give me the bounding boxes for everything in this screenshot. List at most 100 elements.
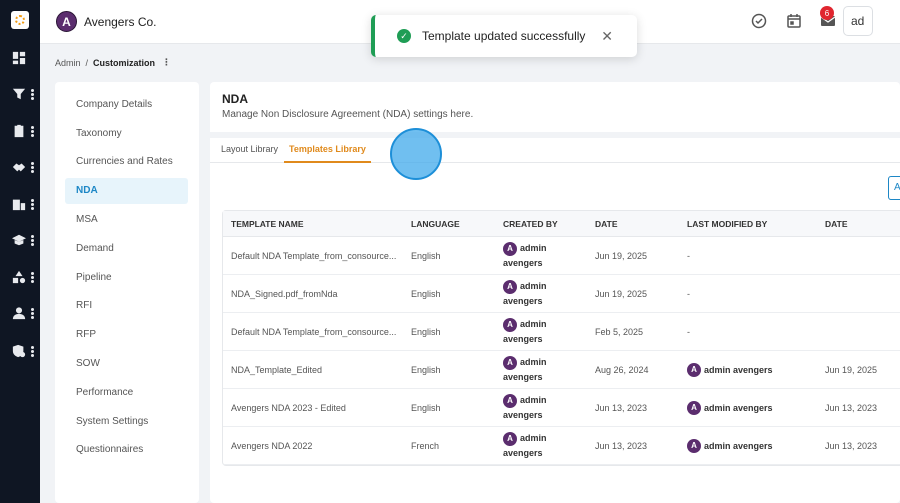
rail-menu-dots[interactable] [31, 346, 34, 357]
menu-item-questionnaires[interactable]: Questionnaires [65, 437, 188, 463]
cell-date: Aug 26, 2024 [595, 365, 649, 375]
cell-created-by: Aadmin avengers [503, 241, 547, 268]
col-date[interactable]: DATE [595, 211, 618, 237]
menu-item-rfp[interactable]: RFP [65, 322, 188, 348]
notification-badge: 6 [820, 6, 834, 20]
cell-created-by: Aadmin avengers [503, 279, 547, 306]
cell-template-name[interactable]: Avengers NDA 2023 - Edited [231, 389, 346, 427]
cell-template-name[interactable]: Default NDA Template_from_consource... [231, 313, 396, 351]
app-logo[interactable] [11, 11, 29, 29]
user-icon[interactable] [12, 306, 26, 320]
templates-table: TEMPLATE NAME LANGUAGE CREATED BY DATE L… [222, 210, 900, 466]
cell-language: French [411, 441, 440, 451]
main-panel: NDA Manage Non Disclosure Agreement (NDA… [210, 82, 900, 503]
user-avatar: A [687, 363, 701, 377]
col-language[interactable]: LANGUAGE [411, 211, 460, 237]
menu-item-rfi[interactable]: RFI [65, 293, 188, 319]
user-avatar: A [503, 279, 517, 294]
cell-language: English [411, 403, 441, 413]
cell-template-name[interactable]: NDA_Signed.pdf_fromNda [231, 275, 338, 313]
toast-message: Template updated successfully [422, 29, 586, 43]
cell-language: English [411, 365, 441, 375]
cell-modified-by: - [687, 251, 690, 261]
handshake-icon[interactable] [12, 160, 26, 174]
user-avatar: A [503, 431, 517, 446]
breadcrumb: Admin / Customization ⋮ [55, 57, 171, 68]
menu-item-performance[interactable]: Performance [65, 380, 188, 406]
cell-date: Jun 19, 2025 [595, 251, 648, 261]
table-row[interactable]: Avengers NDA 2023 - Edited English Aadmi… [223, 389, 900, 427]
cell-template-name[interactable]: Avengers NDA 2022 [231, 427, 312, 465]
cell-created-by: Aadmin avengers [503, 355, 547, 382]
graduation-cap-icon[interactable] [12, 233, 26, 247]
menu-item-msa[interactable]: MSA [65, 207, 188, 233]
table-row[interactable]: Default NDA Template_from_consource... E… [223, 313, 900, 351]
dashboard-icon[interactable] [12, 51, 26, 65]
rail-menu-dots[interactable] [31, 126, 34, 137]
cell-modified-by: Aadmin avengers [687, 427, 773, 465]
calendar-icon[interactable] [786, 13, 802, 29]
menu-item-nda[interactable]: NDA [65, 178, 188, 204]
rail-menu-dots[interactable] [31, 89, 34, 100]
cell-modified-by: - [687, 289, 690, 299]
shapes-icon[interactable] [12, 270, 26, 284]
col-last-modified-by[interactable]: LAST MODIFIED BY [687, 211, 767, 237]
settings-menu: Company Details Taxonomy Currencies and … [55, 82, 199, 503]
left-rail [0, 0, 40, 503]
clipboard-icon[interactable] [12, 124, 26, 138]
rail-menu-dots[interactable] [31, 308, 34, 319]
user-avatar: A [503, 355, 517, 370]
cell-modified-by: Aadmin avengers [687, 351, 773, 389]
add-template-button[interactable]: A [888, 176, 900, 200]
filter-icon[interactable] [12, 87, 26, 101]
kebab-menu-icon[interactable]: ⋮ [162, 57, 171, 68]
rail-menu-dots[interactable] [31, 235, 34, 246]
menu-item-taxonomy[interactable]: Taxonomy [65, 121, 188, 147]
tab-layout-library[interactable]: Layout Library [216, 144, 283, 163]
menu-item-system-settings[interactable]: System Settings [65, 409, 188, 435]
cell-template-name[interactable]: NDA_Template_Edited [231, 351, 322, 389]
cell-language: English [411, 289, 441, 299]
user-avatar: A [503, 393, 517, 408]
cell-date: Jun 13, 2023 [595, 403, 648, 413]
check-circle-icon[interactable] [751, 13, 767, 29]
table-row[interactable]: NDA_Signed.pdf_fromNda English Aadmin ave… [223, 275, 900, 313]
cell-date: Jun 13, 2023 [595, 441, 648, 451]
cell-modified-by: Aadmin avengers [687, 389, 773, 427]
rail-menu-dots[interactable] [31, 162, 34, 173]
tab-templates-library[interactable]: Templates Library [284, 144, 371, 163]
page-title: NDA [222, 92, 248, 106]
user-avatar: A [687, 401, 701, 415]
cell-created-by: Aadmin avengers [503, 393, 547, 420]
menu-item-currencies[interactable]: Currencies and Rates [65, 149, 188, 175]
cell-date: Feb 5, 2025 [595, 327, 644, 337]
user-avatar: A [503, 241, 517, 256]
breadcrumb-admin[interactable]: Admin [55, 58, 81, 68]
col-modified-date[interactable]: DATE [825, 211, 848, 237]
cell-created-by: Aadmin avengers [503, 317, 547, 344]
table-row[interactable]: NDA_Template_Edited English Aadmin avenge… [223, 351, 900, 389]
touch-indicator [390, 128, 442, 180]
menu-item-pipeline[interactable]: Pipeline [65, 265, 188, 291]
settings-shield-icon[interactable] [12, 344, 26, 358]
menu-item-sow[interactable]: SOW [65, 351, 188, 377]
cell-date: Jun 19, 2025 [595, 289, 648, 299]
company-name: Avengers Co. [84, 14, 157, 29]
user-menu-button[interactable]: ad [843, 6, 873, 36]
col-template-name[interactable]: TEMPLATE NAME [231, 211, 304, 237]
table-row[interactable]: Default NDA Template_from_consource... E… [223, 237, 900, 275]
close-icon[interactable]: ✕ [601, 28, 613, 45]
user-avatar: A [503, 317, 517, 332]
table-row[interactable]: Avengers NDA 2022 French Aadmin avengers … [223, 427, 900, 465]
rail-menu-dots[interactable] [31, 272, 34, 283]
building-icon[interactable] [12, 197, 26, 211]
cell-template-name[interactable]: Default NDA Template_from_consource... [231, 237, 396, 275]
cell-modified-date: Jun 13, 2023 [825, 403, 878, 413]
cell-language: English [411, 251, 441, 261]
rail-menu-dots[interactable] [31, 199, 34, 210]
col-created-by[interactable]: CREATED BY [503, 211, 558, 237]
menu-item-demand[interactable]: Demand [65, 236, 188, 262]
menu-item-company-details[interactable]: Company Details [65, 92, 188, 118]
breadcrumb-separator: / [85, 57, 89, 68]
brand[interactable]: A Avengers Co. [56, 11, 157, 32]
